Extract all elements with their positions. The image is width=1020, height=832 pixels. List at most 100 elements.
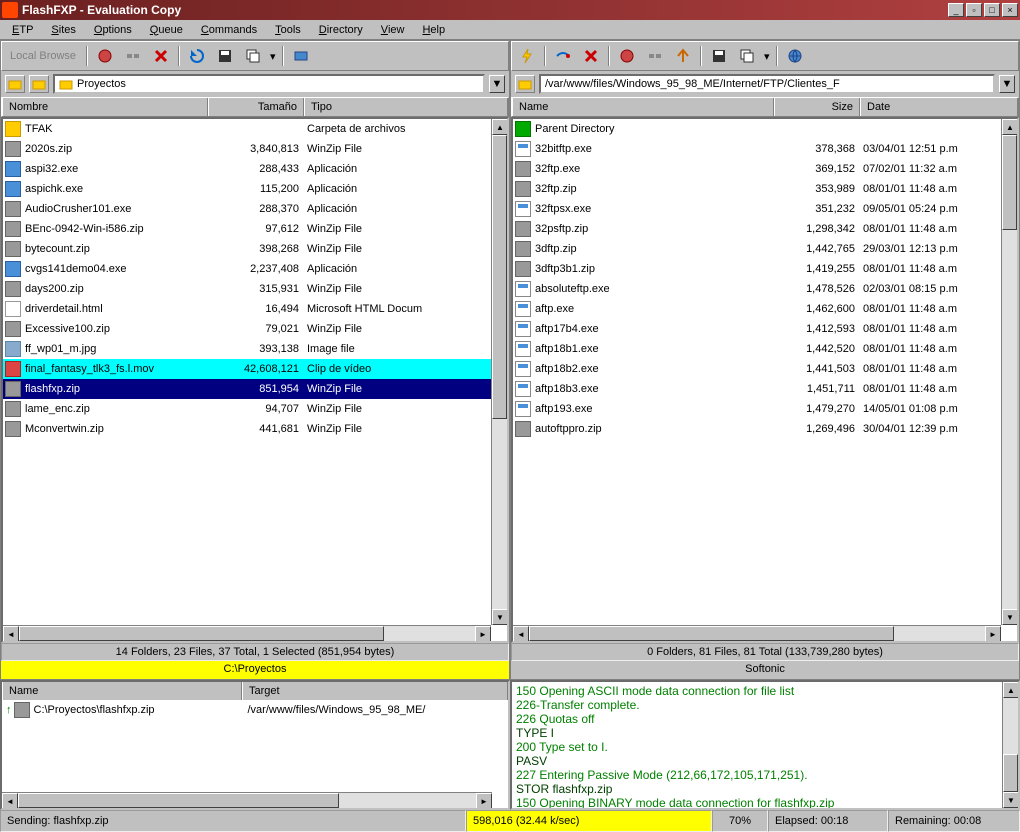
menu-help[interactable]: Help	[414, 22, 453, 38]
scrollbar-horizontal[interactable]: ◄►	[3, 625, 491, 641]
lightning-icon[interactable]	[516, 45, 538, 67]
scrollbar-horizontal[interactable]: ◄►	[513, 625, 1001, 641]
file-row[interactable]: 32psftp.zip1,298,34208/01/01 11:48 a.m	[513, 219, 1017, 239]
file-name: 32ftp.exe	[535, 163, 777, 175]
queue-panel: Name Target ↑ C:\Proyectos\flashfxp.zip …	[0, 680, 510, 810]
local-path-dropdown[interactable]: ▼	[489, 75, 505, 93]
file-meta: Aplicación	[307, 183, 505, 195]
col-nombre[interactable]: Nombre	[2, 98, 208, 116]
file-row[interactable]: aftp18b2.exe1,441,50308/01/01 11:48 a.m	[513, 359, 1017, 379]
connect-remote-icon[interactable]	[552, 45, 574, 67]
file-row[interactable]: absoluteftp.exe1,478,52602/03/01 08:15 p…	[513, 279, 1017, 299]
remote-status: 0 Folders, 81 Files, 81 Total (133,739,2…	[511, 643, 1019, 661]
abort-remote-icon[interactable]	[580, 45, 602, 67]
file-name: ff_wp01_m.jpg	[25, 343, 211, 355]
scrollbar-horizontal[interactable]: ◄►	[2, 792, 492, 808]
col-date[interactable]: Date	[860, 98, 1018, 116]
file-row[interactable]: Parent Directory	[513, 119, 1017, 139]
menu-directory[interactable]: Directory	[311, 22, 371, 38]
disconnect-icon[interactable]	[122, 45, 144, 67]
file-row[interactable]: flashfxp.zip851,954WinZip File	[3, 379, 507, 399]
file-row[interactable]: 32ftp.exe369,15207/02/01 11:32 a.m	[513, 159, 1017, 179]
file-row[interactable]: aftp18b1.exe1,442,52008/01/01 11:48 a.m	[513, 339, 1017, 359]
menu-queue[interactable]: Queue	[142, 22, 191, 38]
scrollbar-vertical[interactable]: ▲ ▼	[491, 119, 507, 625]
app-icon	[2, 2, 18, 18]
file-row[interactable]: ff_wp01_m.jpg393,138Image file	[3, 339, 507, 359]
status-bar: Sending: flashfxp.zip 598,016 (32.44 k/s…	[0, 810, 1020, 832]
close-button[interactable]: ×	[1002, 3, 1018, 17]
file-row[interactable]: days200.zip315,931WinZip File	[3, 279, 507, 299]
local-file-list[interactable]: TFAKCarpeta de archivos2020s.zip3,840,81…	[1, 117, 509, 643]
file-row[interactable]: aftp18b3.exe1,451,71108/01/01 11:48 a.m	[513, 379, 1017, 399]
sites-icon[interactable]	[616, 45, 638, 67]
file-row[interactable]: TFAKCarpeta de archivos	[3, 119, 507, 139]
file-row[interactable]: 3dftp.zip1,442,76529/03/01 12:13 p.m	[513, 239, 1017, 259]
folder-icon[interactable]	[29, 75, 49, 93]
file-row[interactable]: aftp.exe1,462,60008/01/01 11:48 a.m	[513, 299, 1017, 319]
file-row[interactable]: lame_enc.zip94,707WinZip File	[3, 399, 507, 419]
disconnect-remote-icon[interactable]	[644, 45, 666, 67]
app-icon	[515, 141, 531, 157]
file-row[interactable]: autoftppro.zip1,269,49630/04/01 12:39 p.…	[513, 419, 1017, 439]
up-folder-icon[interactable]	[5, 75, 25, 93]
file-row[interactable]: 32ftpsx.exe351,23209/05/01 05:24 p.m	[513, 199, 1017, 219]
save-icon[interactable]	[214, 45, 236, 67]
save-remote-icon[interactable]	[708, 45, 730, 67]
remote-path-input[interactable]: /var/www/files/Windows_95_98_ME/Internet…	[539, 74, 995, 94]
refresh-icon[interactable]	[186, 45, 208, 67]
remote-path-dropdown[interactable]: ▼	[999, 75, 1015, 93]
menu-options[interactable]: Options	[86, 22, 140, 38]
file-row[interactable]: Excessive100.zip79,021WinZip File	[3, 319, 507, 339]
file-row[interactable]: final_fantasy_tlk3_fs.l.mov42,608,121Cli…	[3, 359, 507, 379]
scrollbar-vertical[interactable]: ▲ ▼	[1002, 682, 1018, 808]
file-row[interactable]: 32bitftp.exe378,36803/04/01 12:51 p.m	[513, 139, 1017, 159]
local-path-text: Proyectos	[77, 78, 126, 90]
file-row[interactable]: Mconvertwin.zip441,681WinZip File	[3, 419, 507, 439]
file-row[interactable]: AudioCrusher101.exe288,370Aplicación	[3, 199, 507, 219]
remote-file-list[interactable]: Parent Directory32bitftp.exe378,36803/04…	[511, 117, 1019, 643]
menu-etp[interactable]: ETP	[4, 22, 41, 38]
file-row[interactable]: aspi32.exe288,433Aplicación	[3, 159, 507, 179]
file-row[interactable]: aftp193.exe1,479,27014/05/01 01:08 p.m	[513, 399, 1017, 419]
file-row[interactable]: driverdetail.html16,494Microsoft HTML Do…	[3, 299, 507, 319]
col-name[interactable]: Name	[512, 98, 774, 116]
minimize-button[interactable]: _	[948, 3, 964, 17]
remote-up-icon[interactable]	[515, 75, 535, 93]
file-row[interactable]: 32ftp.zip353,98908/01/01 11:48 a.m	[513, 179, 1017, 199]
log-line: PASV	[516, 754, 1014, 768]
local-path-input[interactable]: Proyectos	[53, 74, 485, 94]
file-row[interactable]: cvgs141demo04.exe2,237,408Aplicación	[3, 259, 507, 279]
globe-icon[interactable]	[784, 45, 806, 67]
remote-toolbar: ▾	[511, 41, 1019, 71]
queue-col-name[interactable]: Name	[2, 682, 242, 700]
file-size: 1,462,600	[777, 303, 863, 315]
menu-tools[interactable]: Tools	[267, 22, 309, 38]
restore-button[interactable]: ▫	[966, 3, 982, 17]
menu-sites[interactable]: Sites	[43, 22, 83, 38]
transfer-icon[interactable]	[290, 45, 312, 67]
file-row[interactable]: BEnc-0942-Win-i586.zip97,612WinZip File	[3, 219, 507, 239]
file-row[interactable]: 3dftp3b1.zip1,419,25508/01/01 11:48 a.m	[513, 259, 1017, 279]
file-meta: Aplicación	[307, 163, 505, 175]
zip-icon	[5, 281, 21, 297]
connect-icon[interactable]	[94, 45, 116, 67]
menu-view[interactable]: View	[373, 22, 413, 38]
local-list-header: Nombre Tamaño Tipo	[1, 97, 509, 117]
abort-icon[interactable]	[150, 45, 172, 67]
scrollbar-vertical[interactable]: ▲ ▼	[1001, 119, 1017, 625]
col-size[interactable]: Size	[774, 98, 860, 116]
menu-commands[interactable]: Commands	[193, 22, 265, 38]
queue-col-target[interactable]: Target	[242, 682, 508, 700]
copy-remote-icon[interactable]	[736, 45, 758, 67]
file-row[interactable]: bytecount.zip398,268WinZip File	[3, 239, 507, 259]
queue-item[interactable]: ↑ C:\Proyectos\flashfxp.zip /var/www/fil…	[2, 700, 508, 720]
file-row[interactable]: aspichk.exe115,200Aplicación	[3, 179, 507, 199]
refresh-remote-icon[interactable]	[672, 45, 694, 67]
col-tamano[interactable]: Tamaño	[208, 98, 304, 116]
file-row[interactable]: aftp17b4.exe1,412,59308/01/01 11:48 a.m	[513, 319, 1017, 339]
file-row[interactable]: 2020s.zip3,840,813WinZip File	[3, 139, 507, 159]
col-tipo[interactable]: Tipo	[304, 98, 508, 116]
copy-icon[interactable]	[242, 45, 264, 67]
maximize-button[interactable]: □	[984, 3, 1000, 17]
